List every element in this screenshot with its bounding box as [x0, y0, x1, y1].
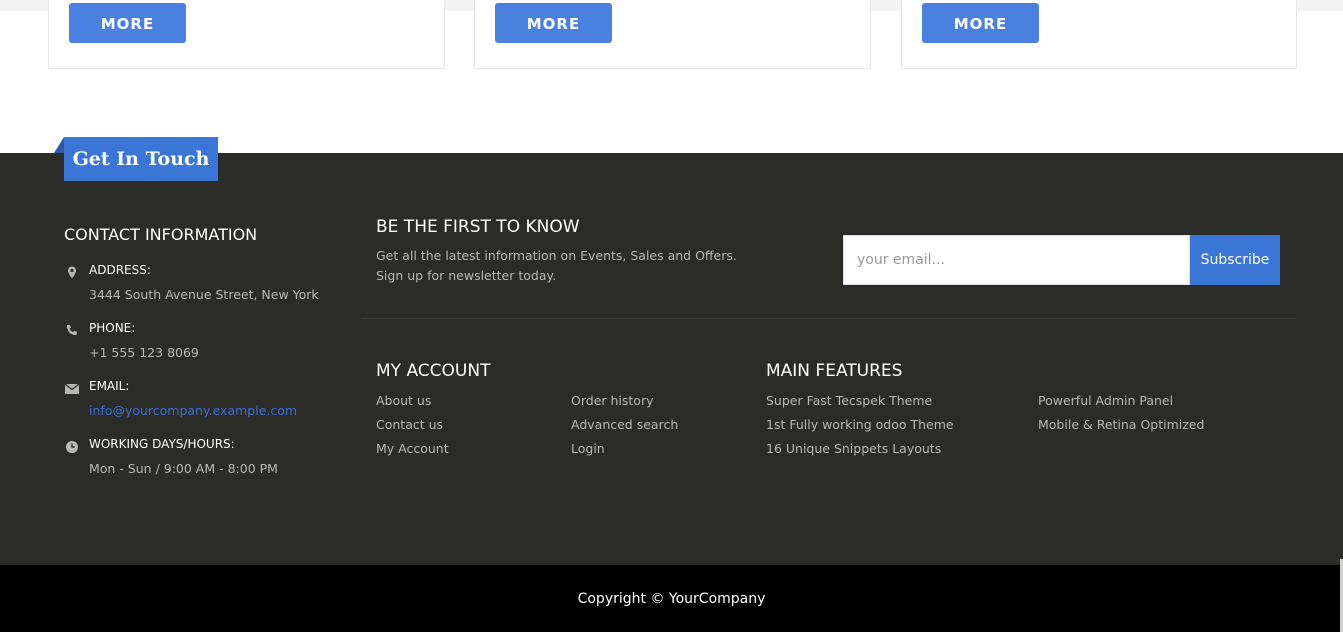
newsletter-desc-line: Get all the latest information on Events… — [376, 248, 737, 263]
newsletter-email-input[interactable] — [843, 235, 1190, 285]
contact-information-title: CONTACT INFORMATION — [64, 225, 258, 244]
contact-value: 3444 South Avenue Street, New York — [89, 287, 319, 302]
my-account-links: About us Contact us My Account — [376, 393, 449, 465]
feature-item: 1st Fully working odoo Theme — [766, 417, 954, 432]
copyright-text: Copyright © YourCompany — [577, 590, 766, 607]
footer-link-about-us[interactable]: About us — [376, 393, 449, 417]
phone-icon — [64, 323, 80, 339]
footer-link-order-history[interactable]: Order history — [571, 393, 678, 417]
clock-icon — [64, 439, 80, 455]
feature-item: 16 Unique Snippets Layouts — [766, 441, 942, 456]
email-link[interactable]: info@yourcompany.example.com — [89, 403, 297, 418]
subscribe-button[interactable]: Subscribe — [1190, 235, 1280, 285]
feature-item: Powerful Admin Panel — [1038, 393, 1174, 408]
footer-link-login[interactable]: Login — [571, 441, 678, 465]
newsletter-description: Get all the latest information on Events… — [376, 246, 756, 286]
product-card: MORE — [474, 0, 871, 69]
product-card: MORE — [901, 0, 1297, 69]
contact-label: WORKING DAYS/HOURS: — [89, 437, 235, 451]
get-in-touch-tab: Get In Touch — [64, 137, 218, 181]
contact-label: ADDRESS: — [89, 263, 151, 277]
main-features-list: Super Fast Tecspek Theme 1st Fully worki… — [766, 393, 954, 465]
contact-label: EMAIL: — [89, 379, 130, 393]
contact-value: +1 555 123 8069 — [89, 345, 199, 360]
newsletter-title: BE THE FIRST TO KNOW — [376, 217, 580, 237]
copyright-bar: Copyright © YourCompany — [0, 565, 1343, 632]
more-button[interactable]: MORE — [922, 3, 1039, 43]
main-features-list: Powerful Admin Panel Mobile & Retina Opt… — [1038, 393, 1204, 441]
envelope-icon — [64, 381, 80, 397]
contact-value: Mon - Sun / 9:00 AM - 8:00 PM — [89, 461, 278, 476]
footer: Get In Touch CONTACT INFORMATION ADDRESS… — [0, 137, 1343, 565]
more-button[interactable]: MORE — [495, 3, 612, 43]
more-button[interactable]: MORE — [69, 3, 186, 43]
footer-link-contact-us[interactable]: Contact us — [376, 417, 449, 441]
main-features-title: MAIN FEATURES — [766, 361, 903, 381]
feature-item: Super Fast Tecspek Theme — [766, 393, 933, 408]
footer-link-my-account[interactable]: My Account — [376, 441, 449, 465]
product-card: MORE — [48, 0, 445, 69]
feature-item: Mobile & Retina Optimized — [1038, 417, 1205, 432]
contact-label: PHONE: — [89, 321, 136, 335]
my-account-links: Order history Advanced search Login — [571, 393, 678, 465]
my-account-title: MY ACCOUNT — [376, 361, 491, 381]
newsletter-desc-line: Sign up for newsletter today. — [376, 268, 557, 283]
footer-link-advanced-search[interactable]: Advanced search — [571, 417, 678, 441]
map-pin-icon — [64, 265, 80, 281]
tab-notch — [54, 137, 64, 153]
footer-divider — [361, 318, 1296, 319]
